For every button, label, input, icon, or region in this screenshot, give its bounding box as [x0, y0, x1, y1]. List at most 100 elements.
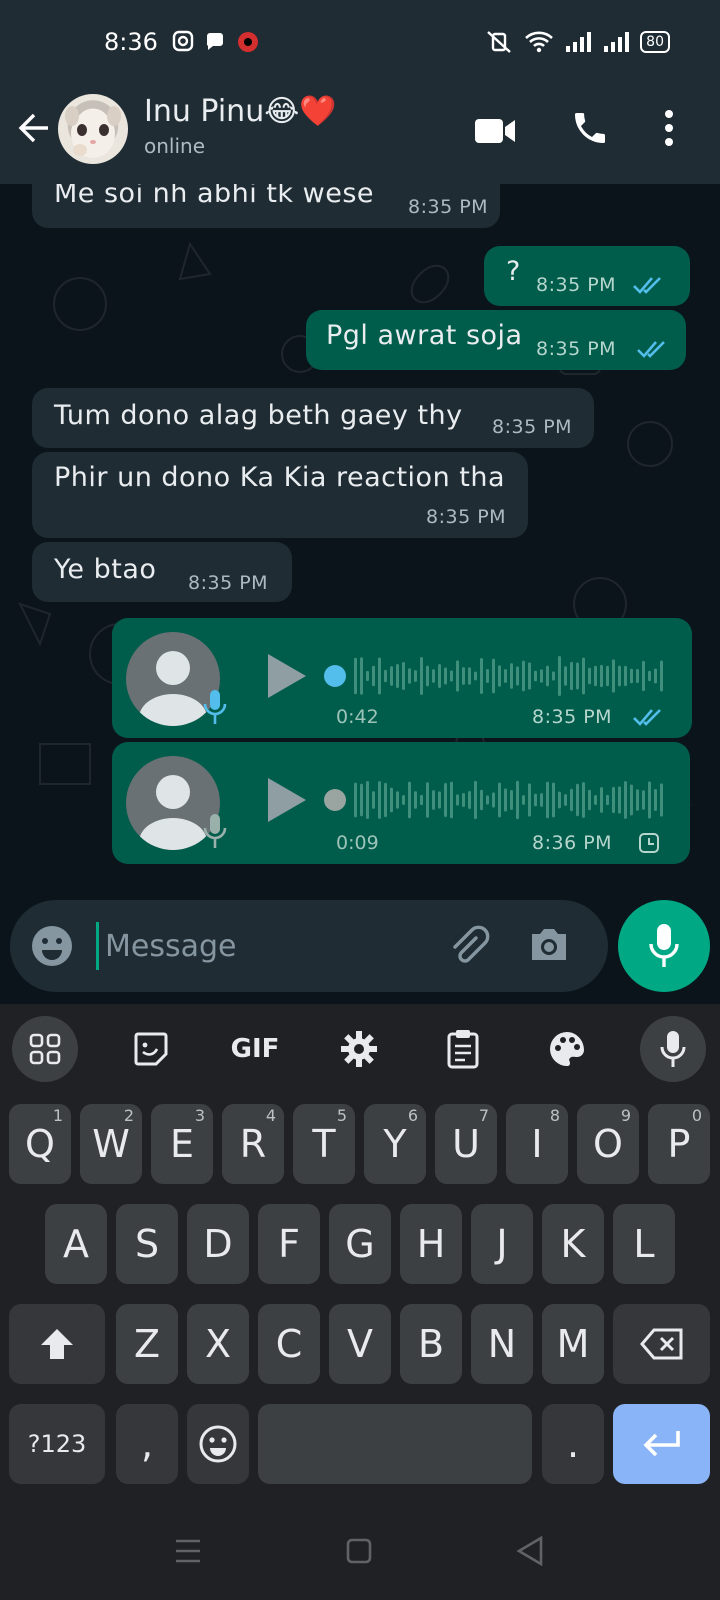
theme-button[interactable] [534, 1016, 600, 1082]
waveform-bar [528, 662, 531, 690]
waveform-bar [408, 781, 411, 819]
key-h[interactable]: H [400, 1204, 462, 1284]
key-o[interactable]: O9 [577, 1104, 639, 1184]
key-w[interactable]: W2 [80, 1104, 142, 1184]
waveform-bar [588, 667, 591, 685]
keyboard-toolbar: GIF [0, 1004, 720, 1094]
key-u[interactable]: U7 [435, 1104, 497, 1184]
settings-button[interactable] [326, 1016, 392, 1082]
video-call-icon[interactable] [474, 116, 516, 146]
waveform-bar [384, 782, 387, 818]
voice-call-icon[interactable] [570, 108, 610, 148]
waveform-bar [474, 780, 477, 820]
play-icon[interactable] [264, 776, 308, 824]
audio-waveform[interactable] [324, 648, 664, 704]
message-text: Ye btao [54, 554, 157, 585]
key-p[interactable]: P0 [648, 1104, 710, 1184]
audio-waveform[interactable] [324, 772, 664, 828]
waveform-bar [576, 783, 579, 817]
key-x[interactable]: X [187, 1304, 249, 1384]
key-v[interactable]: V [329, 1304, 391, 1384]
key-s[interactable]: S [116, 1204, 178, 1284]
emoji-key[interactable] [187, 1404, 249, 1484]
incoming-message[interactable]: Phir un dono Ka Kia reaction tha 8:35 PM [32, 452, 528, 538]
key-r[interactable]: R4 [222, 1104, 284, 1184]
gif-button[interactable]: GIF [222, 1016, 288, 1082]
period-key[interactable]: . [542, 1404, 604, 1484]
signal-icon [566, 32, 592, 52]
sticker-button[interactable] [118, 1016, 184, 1082]
waveform-bar [432, 669, 435, 683]
waveform-bar [468, 790, 471, 810]
key-d[interactable]: D [187, 1204, 249, 1284]
comma-key[interactable]: , [116, 1404, 178, 1484]
key-a[interactable]: A [45, 1204, 107, 1284]
waveform-bar [648, 670, 651, 682]
key-l[interactable]: L [613, 1204, 675, 1284]
waveform-bar [630, 668, 633, 684]
incoming-message[interactable]: Me soi nh abhi tk wese 8:35 PM [32, 184, 500, 228]
contact-status: online [144, 134, 206, 158]
backspace-key[interactable] [613, 1304, 710, 1384]
menu-icon[interactable] [174, 1538, 202, 1564]
key-g[interactable]: G [329, 1204, 391, 1284]
apps-grid-button[interactable] [12, 1016, 78, 1082]
contact-name[interactable]: Inu Pinu😂❤️ [144, 94, 337, 129]
key-t[interactable]: T5 [293, 1104, 355, 1184]
key-n[interactable]: N [471, 1304, 533, 1384]
key-m[interactable]: M [542, 1304, 604, 1384]
waveform-bar [570, 661, 573, 691]
key-e[interactable]: E3 [151, 1104, 213, 1184]
play-icon[interactable] [264, 652, 308, 700]
voice-message[interactable]: 0:09 8:36 PM [112, 742, 690, 864]
key-c[interactable]: C [258, 1304, 320, 1384]
more-options-icon[interactable] [662, 108, 676, 148]
waveform-bar [372, 665, 375, 687]
key-q[interactable]: Q1 [9, 1104, 71, 1184]
message-time: 8:35 PM [188, 572, 269, 594]
key-y[interactable]: Y6 [364, 1104, 426, 1184]
message-time: 8:35 PM [492, 416, 573, 438]
key-j[interactable]: J [471, 1204, 533, 1284]
chat-area[interactable]: Me soi nh abhi tk wese 8:35 PM ? 8:35 PM… [0, 184, 720, 894]
attach-icon[interactable] [446, 924, 490, 968]
incoming-message[interactable]: Tum dono alag beth gaey thy 8:35 PM [32, 388, 594, 448]
message-input[interactable] [96, 922, 426, 970]
waveform-bar [636, 669, 639, 683]
outgoing-message[interactable]: Pgl awrat soja 8:35 PM [306, 310, 686, 370]
back-arrow-icon[interactable] [14, 108, 54, 148]
waveform-bar [396, 791, 399, 809]
key-i[interactable]: I8 [506, 1104, 568, 1184]
message-text: Pgl awrat soja [326, 320, 523, 351]
clipboard-button[interactable] [430, 1016, 496, 1082]
key-f[interactable]: F [258, 1204, 320, 1284]
key-b[interactable]: B [400, 1304, 462, 1384]
voice-typing-button[interactable] [640, 1016, 706, 1082]
camera-icon[interactable] [528, 926, 570, 964]
waveform-bar [624, 781, 627, 819]
waveform-bar [540, 793, 543, 807]
key-z[interactable]: Z [116, 1304, 178, 1384]
symbols-key[interactable]: ?123 [9, 1404, 105, 1484]
key-label: I [531, 1122, 543, 1166]
waveform-bar [426, 782, 429, 818]
waveform-bar [456, 660, 459, 692]
emoji-icon[interactable] [30, 924, 74, 968]
waveform-bar [450, 670, 453, 682]
shift-key[interactable] [9, 1304, 105, 1384]
mic-badge-icon [203, 814, 227, 848]
voice-message[interactable]: 0:42 8:35 PM [112, 618, 692, 738]
key-k[interactable]: K [542, 1204, 604, 1284]
incoming-message[interactable]: Ye btao 8:35 PM [32, 542, 292, 602]
outgoing-message[interactable]: ? 8:35 PM [484, 246, 690, 306]
space-key[interactable] [258, 1404, 532, 1484]
system-icons: 80 [484, 30, 670, 54]
waveform-bar [504, 788, 507, 812]
message-time: 8:35 PM [536, 338, 617, 360]
record-voice-button[interactable] [618, 900, 710, 992]
key-hint: 7 [478, 1106, 489, 1125]
contact-avatar[interactable] [58, 94, 128, 164]
home-icon[interactable] [346, 1538, 372, 1564]
back-icon[interactable] [516, 1536, 544, 1566]
enter-key[interactable] [613, 1404, 710, 1484]
